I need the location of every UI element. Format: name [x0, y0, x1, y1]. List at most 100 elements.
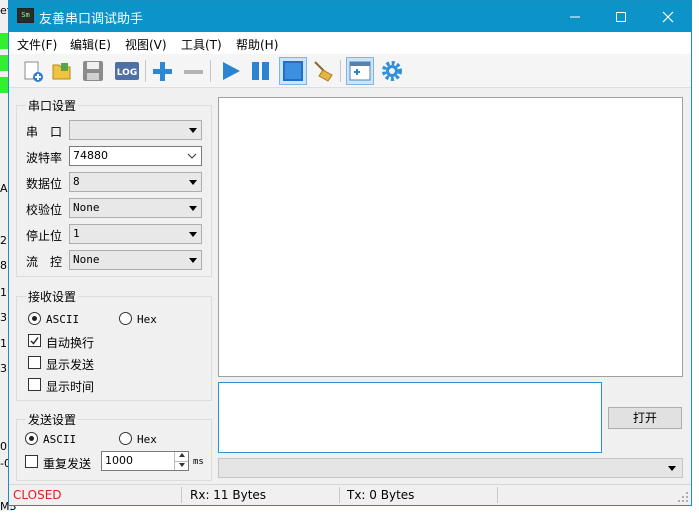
arrow-down-icon	[178, 463, 185, 467]
receive-settings-title: 接收设置	[26, 288, 79, 305]
maximize-icon	[616, 12, 626, 22]
maximize-button[interactable]	[598, 1, 644, 32]
open-file-button[interactable]	[50, 59, 74, 83]
clear-button[interactable]	[311, 59, 335, 83]
auto-wrap-label: 自动换行	[46, 336, 95, 350]
flow-control-select[interactable]: None	[69, 250, 202, 270]
dropdown-arrow-icon	[189, 258, 197, 263]
background-text: A	[0, 182, 8, 195]
serial-settings-title: 串口设置	[26, 97, 79, 114]
baud-rate-select[interactable]: 74880	[69, 146, 202, 166]
databits-label: 数据位	[26, 177, 63, 191]
show-send-label: 显示发送	[46, 358, 95, 372]
show-time-checkbox[interactable]	[28, 378, 41, 391]
new-window-button[interactable]	[346, 57, 374, 85]
databits-select[interactable]: 8	[69, 172, 202, 192]
send-hex-label: Hex	[137, 433, 157, 446]
port-select[interactable]	[69, 120, 202, 140]
minimize-icon	[570, 16, 580, 18]
flow-label: 流 控	[26, 255, 63, 269]
dropdown-arrow-icon	[189, 232, 197, 237]
send-text-area[interactable]	[218, 382, 602, 453]
receive-hex-radio[interactable]	[119, 312, 132, 325]
background-text: 0	[0, 440, 7, 453]
add-icon	[153, 62, 172, 81]
send-settings-title: 发送设置	[26, 411, 79, 428]
rx-count: Rx: 11 Bytes	[190, 488, 267, 502]
background-text: 1	[0, 286, 7, 299]
chevron-down-icon	[187, 153, 197, 159]
log-icon: LOG	[115, 62, 139, 80]
arrow-up-icon	[178, 453, 185, 457]
menu-edit[interactable]: 编辑(E)	[70, 36, 111, 53]
background-text: 1	[0, 337, 7, 350]
show-send-checkbox[interactable]	[28, 356, 41, 369]
connection-status: CLOSED	[13, 488, 62, 502]
dropdown-arrow-icon	[668, 466, 676, 471]
send-ascii-radio[interactable]	[25, 432, 38, 445]
stepper-up-button[interactable]	[174, 452, 188, 461]
app-icon: Sm	[17, 8, 34, 23]
open-port-button[interactable]: 打开	[608, 407, 682, 429]
start-button[interactable]	[218, 59, 242, 83]
menu-file[interactable]: 文件(F)	[17, 36, 57, 53]
status-separator	[339, 487, 340, 503]
background-text: 3	[0, 362, 7, 375]
interval-unit-label: ms	[193, 457, 204, 467]
menu-view[interactable]: 视图(V)	[125, 36, 167, 53]
auto-wrap-checkbox[interactable]	[28, 334, 41, 347]
parity-select[interactable]: None	[69, 198, 202, 218]
receive-hex-label: Hex	[137, 313, 157, 326]
toolbar-separator	[340, 60, 341, 82]
stop-button[interactable]	[279, 57, 307, 85]
settings-button[interactable]	[380, 59, 404, 83]
stopbits-label: 停止位	[26, 229, 63, 243]
dropdown-arrow-icon	[189, 128, 197, 133]
title-bar[interactable]: Sm 友善串口调试助手	[9, 1, 691, 32]
new-window-icon	[349, 61, 371, 81]
add-button[interactable]	[150, 59, 174, 83]
save-button[interactable]	[81, 59, 105, 83]
background-text: 2	[0, 234, 7, 247]
remove-button[interactable]	[181, 59, 205, 83]
minimize-button[interactable]	[552, 1, 598, 32]
remove-icon	[184, 70, 203, 74]
stop-icon	[283, 61, 303, 81]
pause-icon	[252, 62, 269, 80]
menu-tools[interactable]: 工具(T)	[181, 36, 222, 53]
resize-grip-icon[interactable]	[677, 491, 689, 503]
repeat-send-label: 重复发送	[43, 457, 92, 471]
dropdown-arrow-icon	[189, 206, 197, 211]
status-separator	[497, 487, 498, 503]
menu-help[interactable]: 帮助(H)	[236, 36, 278, 53]
background-text: 3	[0, 311, 7, 324]
background-text: 8	[0, 259, 7, 272]
new-file-icon	[24, 61, 43, 82]
toolbar: LOG	[9, 54, 691, 88]
close-icon	[662, 11, 674, 23]
checkmark-icon	[30, 337, 39, 345]
send-ascii-label: ASCII	[43, 433, 77, 446]
port-label: 串 口	[26, 125, 63, 139]
toolbar-separator	[210, 60, 211, 82]
status-bar: CLOSED Rx: 11 Bytes Tx: 0 Bytes	[9, 484, 691, 505]
baud-label: 波特率	[26, 151, 63, 165]
send-hex-radio[interactable]	[119, 432, 132, 445]
stepper-down-button[interactable]	[174, 461, 188, 470]
stopbits-select[interactable]: 1	[69, 224, 202, 244]
pause-button[interactable]	[249, 59, 273, 83]
status-separator	[181, 487, 182, 503]
receive-ascii-radio[interactable]	[28, 312, 41, 325]
receive-ascii-label: ASCII	[46, 313, 80, 326]
save-icon	[83, 61, 103, 81]
repeat-interval-stepper[interactable]: 1000	[101, 451, 189, 471]
play-icon	[223, 62, 240, 80]
history-select[interactable]	[218, 458, 683, 478]
repeat-send-checkbox[interactable]	[25, 455, 38, 468]
receive-text-area[interactable]	[218, 97, 683, 377]
new-file-button[interactable]	[21, 59, 45, 83]
close-button[interactable]	[645, 1, 691, 32]
log-button[interactable]: LOG	[114, 59, 140, 83]
tx-count: Tx: 0 Bytes	[347, 488, 415, 502]
show-time-label: 显示时间	[46, 380, 95, 394]
